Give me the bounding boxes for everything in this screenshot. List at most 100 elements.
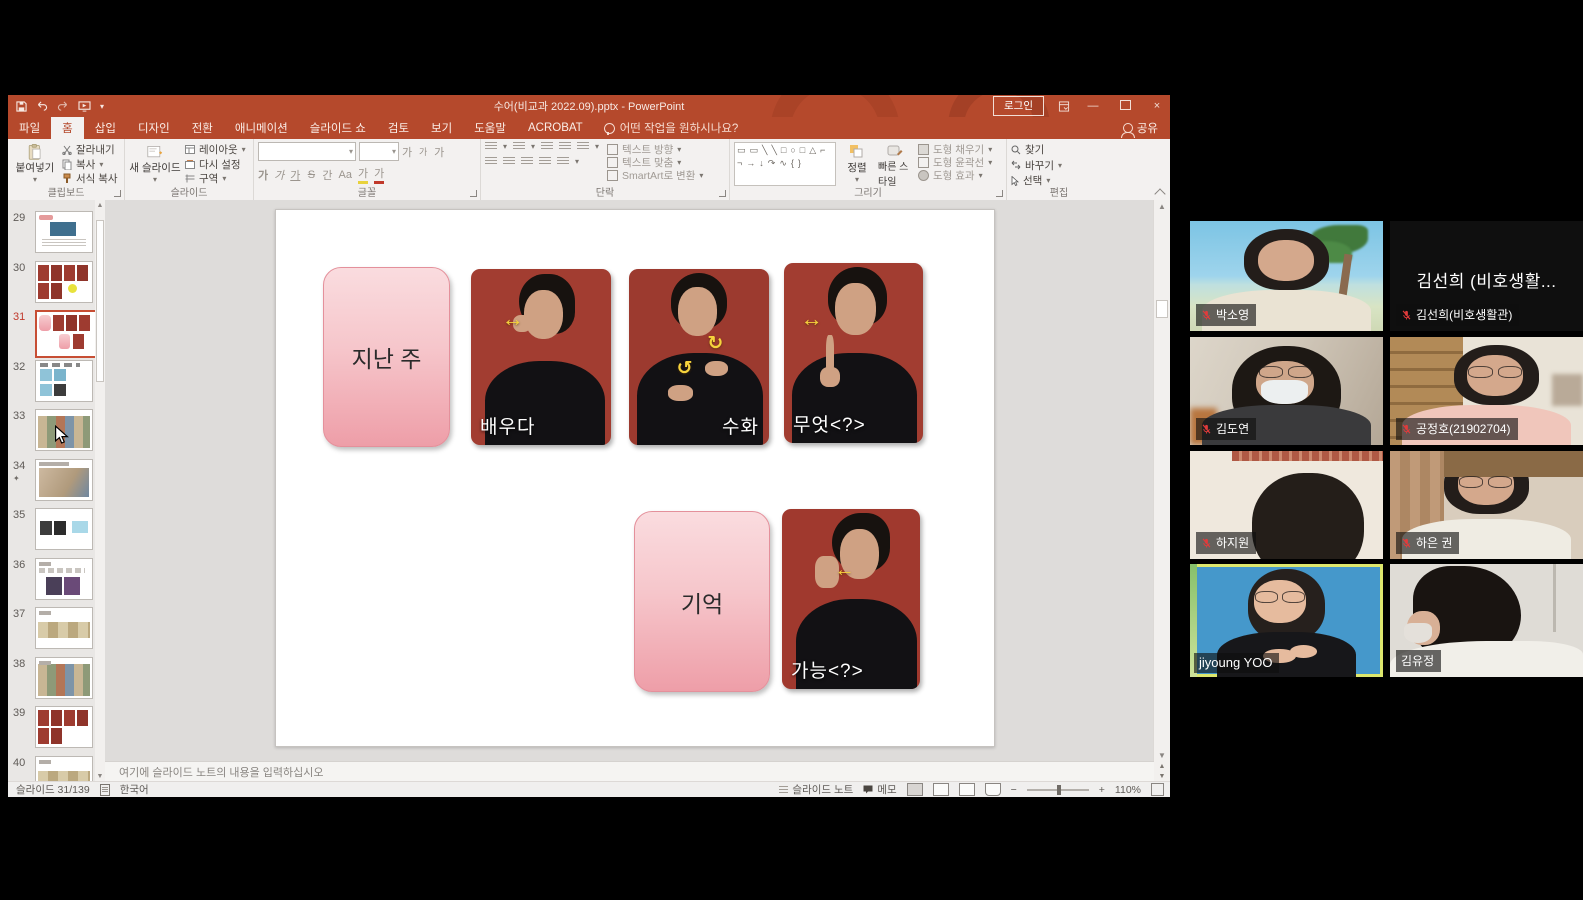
- character-spacing-icon[interactable]: 간: [322, 167, 332, 183]
- line-spacing-icon[interactable]: [577, 142, 589, 151]
- thumbnail-slide-36[interactable]: 36: [8, 557, 105, 607]
- scrollbar-thumb[interactable]: [96, 220, 104, 382]
- shape-icon[interactable]: ↓: [759, 157, 764, 169]
- shape-icon[interactable]: }: [798, 157, 801, 169]
- tab-design[interactable]: 디자인: [127, 117, 181, 139]
- thumbnail-slide-32[interactable]: 32: [8, 359, 105, 409]
- sign-photo-sign-language[interactable]: ↺ ↻ 수화: [629, 269, 769, 445]
- increase-indent-icon[interactable]: [559, 142, 571, 151]
- slide-nav-buttons[interactable]: ▲ ▼: [1154, 762, 1170, 782]
- slide-sorter-view-button[interactable]: [933, 783, 949, 796]
- align-center-icon[interactable]: [503, 157, 515, 166]
- sign-photo-what[interactable]: ↔ 무엇<?>: [784, 263, 923, 443]
- scrollbar-thumb[interactable]: [1156, 300, 1168, 318]
- fit-to-window-icon[interactable]: [1151, 783, 1164, 796]
- previous-slide-icon[interactable]: ▲: [1154, 762, 1170, 772]
- shape-icon[interactable]: □: [781, 144, 786, 156]
- notes-toggle-button[interactable]: 슬라이드 노트: [779, 782, 853, 797]
- video-tile-8[interactable]: 김유정: [1390, 564, 1583, 677]
- shape-icon[interactable]: ↷: [768, 157, 776, 169]
- tab-acrobat[interactable]: ACROBAT: [517, 117, 594, 139]
- tab-review[interactable]: 검토: [377, 117, 420, 139]
- strikethrough-icon[interactable]: S: [306, 169, 316, 181]
- video-tile-1[interactable]: 박소영: [1190, 221, 1383, 331]
- thumbnail-slide-31-selected[interactable]: 31: [8, 309, 105, 359]
- tab-transitions[interactable]: 전환: [181, 117, 224, 139]
- bullets-icon[interactable]: [485, 142, 497, 151]
- quick-styles-button[interactable]: 빠른 스타일: [878, 142, 912, 190]
- shape-icon[interactable]: {: [791, 157, 794, 169]
- decrease-font-icon[interactable]: 가: [418, 145, 428, 158]
- highlight-color-icon[interactable]: 가: [358, 165, 368, 184]
- thumbnail-slide-40[interactable]: 40: [8, 755, 105, 783]
- shape-icon[interactable]: ▭: [737, 144, 746, 156]
- tell-me-search[interactable]: 어떤 작업을 원하시나요?: [594, 117, 749, 139]
- video-tile-3[interactable]: 김도연: [1190, 337, 1383, 445]
- align-right-icon[interactable]: [521, 157, 533, 166]
- font-dialog-launcher[interactable]: [470, 190, 477, 197]
- clipboard-dialog-launcher[interactable]: [114, 190, 121, 197]
- italic-icon[interactable]: 가: [274, 167, 284, 183]
- new-slide-button[interactable]: 새 슬라이드 ▾: [129, 142, 181, 186]
- tab-slideshow[interactable]: 슬라이드 쇼: [299, 117, 377, 139]
- zoom-in-button[interactable]: +: [1099, 784, 1105, 796]
- tab-help[interactable]: 도움말: [463, 117, 517, 139]
- zoom-out-button[interactable]: −: [1011, 784, 1017, 796]
- scroll-down-icon[interactable]: ▼: [95, 773, 105, 780]
- convert-smartart-button[interactable]: SmartArt로 변환▾: [607, 169, 703, 182]
- cut-button[interactable]: 잘라내기: [62, 143, 118, 156]
- bold-icon[interactable]: 가: [258, 167, 268, 183]
- scroll-down-icon[interactable]: ▼: [1154, 751, 1170, 760]
- video-tile-6[interactable]: 하은 권: [1390, 451, 1583, 559]
- scroll-up-icon[interactable]: ▲: [1154, 202, 1170, 211]
- maximize-button[interactable]: [1116, 100, 1134, 113]
- tab-insert[interactable]: 삽입: [84, 117, 127, 139]
- sign-photo-learn[interactable]: ↔ 배우다: [471, 269, 611, 445]
- decrease-indent-icon[interactable]: [541, 142, 553, 151]
- shape-icon[interactable]: ¬: [737, 157, 742, 169]
- layout-button[interactable]: 레이아웃▾: [185, 143, 246, 156]
- clear-formatting-icon[interactable]: 가: [434, 144, 444, 160]
- find-button[interactable]: 찾기: [1011, 143, 1107, 156]
- shape-icon[interactable]: ▭: [750, 144, 759, 156]
- normal-view-button[interactable]: [907, 783, 923, 796]
- scroll-up-icon[interactable]: ▲: [95, 202, 105, 209]
- paste-button[interactable]: 붙여넣기 ▾: [12, 142, 58, 186]
- shape-effects-button[interactable]: 도형 효과▾: [918, 169, 992, 182]
- tab-view[interactable]: 보기: [420, 117, 463, 139]
- text-card-last-week[interactable]: 지난 주: [323, 267, 450, 447]
- increase-font-icon[interactable]: 가: [402, 144, 412, 160]
- language-indicator[interactable]: 한국어: [120, 782, 149, 797]
- tab-home[interactable]: 홈: [51, 117, 84, 139]
- copy-button[interactable]: 복사▾: [62, 158, 118, 171]
- collapse-ribbon-icon[interactable]: [1154, 188, 1165, 199]
- justify-icon[interactable]: [539, 157, 551, 166]
- video-tile-4[interactable]: 공정호(21902704): [1390, 337, 1583, 445]
- reset-button[interactable]: 다시 설정: [185, 158, 246, 171]
- text-card-memory[interactable]: 기억: [634, 511, 770, 692]
- ribbon-display-options-icon[interactable]: [1058, 101, 1070, 112]
- video-tile-7-active-speaker[interactable]: jiyoung YOO: [1190, 564, 1383, 677]
- thumbnail-slide-37[interactable]: 37: [8, 606, 105, 656]
- drawing-dialog-launcher[interactable]: [996, 190, 1003, 197]
- shape-icon[interactable]: ╲: [771, 144, 776, 156]
- zoom-slider[interactable]: [1027, 789, 1089, 791]
- thumbnail-slide-39[interactable]: 39: [8, 705, 105, 755]
- tab-animations[interactable]: 애니메이션: [224, 117, 299, 139]
- columns-icon[interactable]: [557, 157, 569, 166]
- thumbnail-slide-30[interactable]: 30: [8, 260, 105, 310]
- arrange-button[interactable]: 정렬▾: [842, 142, 872, 186]
- underline-icon[interactable]: 가: [290, 167, 300, 183]
- shape-gallery[interactable]: ▭▭ ╲╲ □○ □△ ⌐¬ →↓ ↷∿ {}: [734, 142, 836, 186]
- tab-file[interactable]: 파일: [8, 117, 51, 139]
- thumbnail-scrollbar[interactable]: ▲ ▼: [95, 200, 105, 782]
- shape-icon[interactable]: ∿: [779, 157, 787, 169]
- shape-icon[interactable]: ○: [790, 144, 795, 156]
- memo-button[interactable]: 메모: [863, 782, 896, 797]
- font-size-combo[interactable]: ▾: [359, 142, 399, 161]
- thumbnail-slide-29[interactable]: 29: [8, 210, 105, 260]
- slideshow-view-button[interactable]: [985, 783, 1001, 796]
- align-left-icon[interactable]: [485, 157, 497, 166]
- minimize-button[interactable]: —: [1084, 100, 1102, 112]
- paragraph-dialog-launcher[interactable]: [719, 190, 726, 197]
